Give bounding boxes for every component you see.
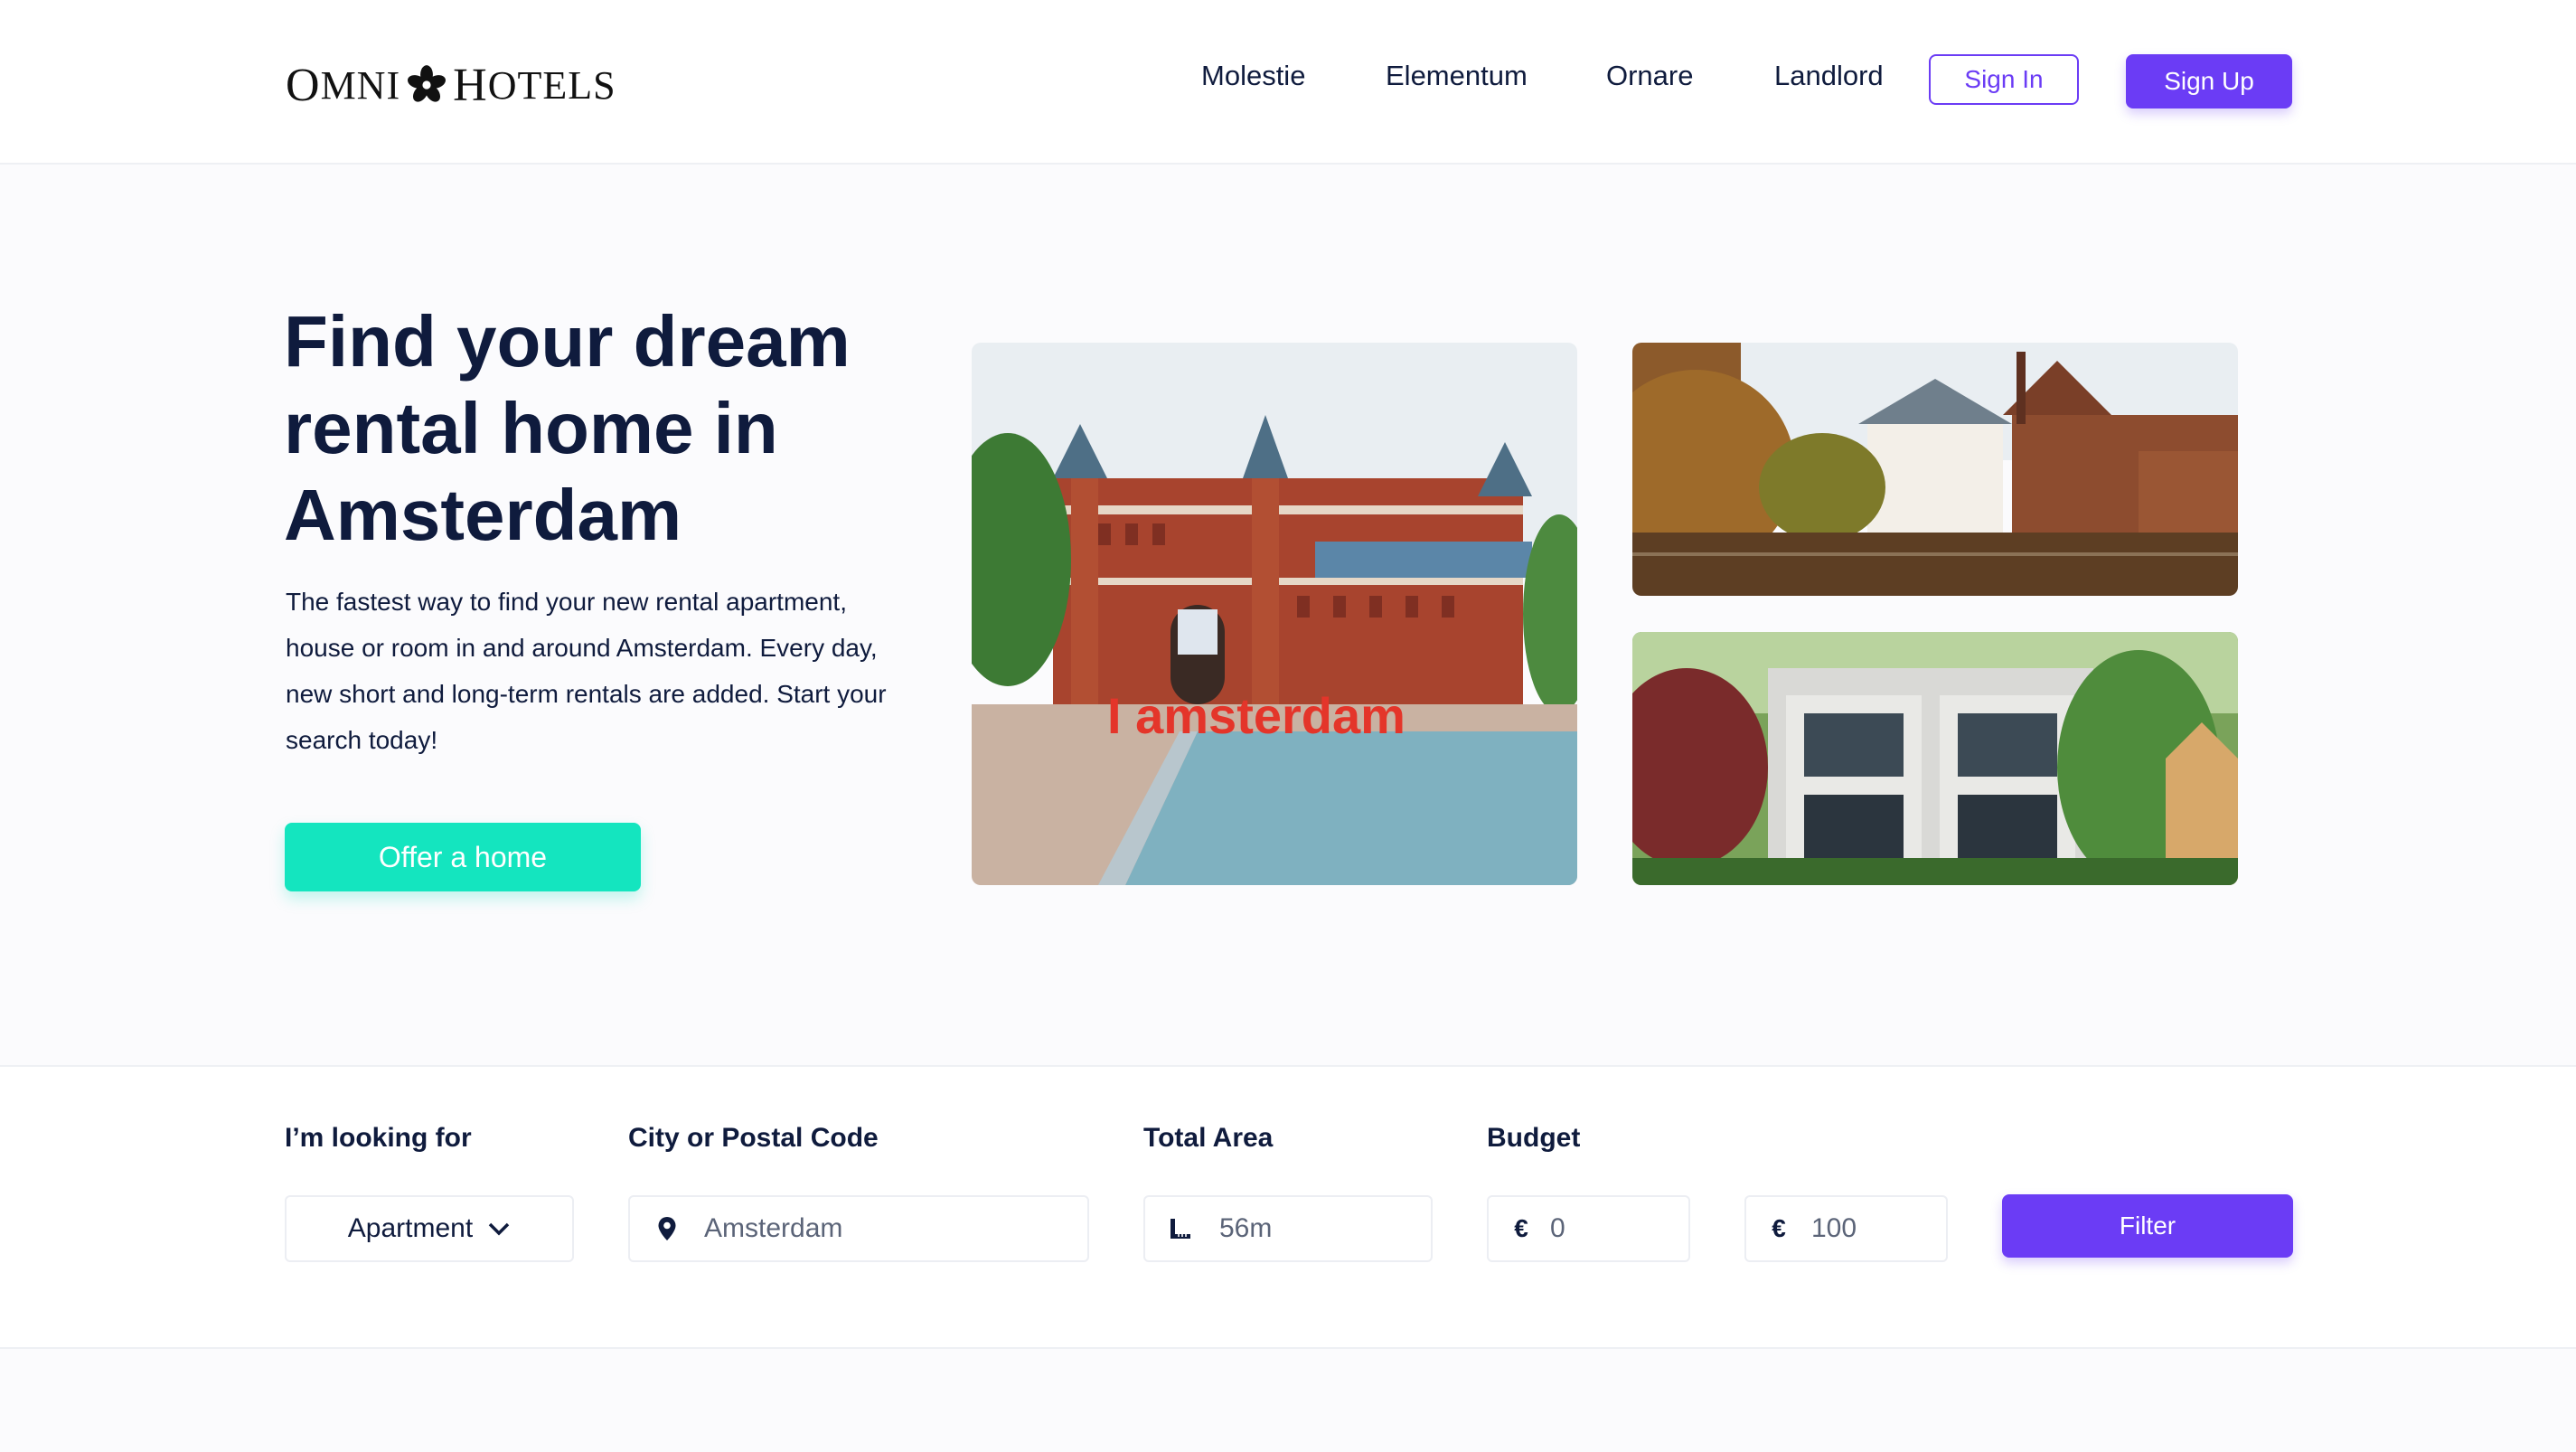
hero-title-line: Amsterdam bbox=[284, 475, 682, 555]
logo-letter: H bbox=[453, 59, 488, 111]
budget-min-value: 0 bbox=[1550, 1213, 1565, 1243]
hero-description-line: new short and long-term rentals are adde… bbox=[286, 680, 887, 708]
chevron-down-icon bbox=[488, 1222, 510, 1236]
nav-link-elementum[interactable]: Elementum bbox=[1386, 60, 1528, 99]
logo-word: OTELS bbox=[487, 62, 616, 108]
hero-description-line: The fastest way to find your new rental … bbox=[286, 588, 847, 616]
city-input[interactable]: Amsterdam bbox=[628, 1195, 1089, 1262]
canal-houses-photo bbox=[1632, 343, 2238, 596]
property-type-value: Apartment bbox=[347, 1213, 474, 1243]
nav-link-molestie[interactable]: Molestie bbox=[1201, 60, 1305, 99]
city-label: City or Postal Code bbox=[628, 1123, 879, 1153]
sign-in-button[interactable]: Sign In bbox=[1929, 54, 2079, 105]
total-area-input[interactable]: 56m bbox=[1143, 1195, 1433, 1262]
logo-word: MNI bbox=[320, 62, 401, 108]
city-placeholder: Amsterdam bbox=[704, 1213, 843, 1243]
rijksmuseum-photo: I amsterdam bbox=[972, 343, 1577, 885]
hero-title-line: Find your dream bbox=[284, 301, 851, 382]
hero-description-line: house or room in and around Amsterdam. E… bbox=[286, 634, 878, 662]
hero-description-line: search today! bbox=[286, 726, 438, 754]
total-area-label: Total Area bbox=[1143, 1123, 1274, 1153]
budget-label: Budget bbox=[1487, 1123, 1581, 1153]
hero-title: Find your dream rental home in Amsterdam bbox=[284, 298, 935, 559]
nav-link-ornare[interactable]: Ornare bbox=[1606, 60, 1693, 99]
modern-house-photo bbox=[1632, 632, 2238, 885]
flower-logo-icon bbox=[408, 65, 447, 102]
site-header: O MNI H OTELS Molestie Elementum Ornare La… bbox=[0, 0, 2576, 165]
i-amsterdam-sign: I amsterdam bbox=[1107, 687, 1406, 744]
ruler-icon bbox=[1170, 1219, 1190, 1239]
looking-for-label: I’m looking for bbox=[285, 1123, 472, 1153]
offer-home-button[interactable]: Offer a home bbox=[285, 823, 641, 891]
total-area-placeholder: 56m bbox=[1219, 1213, 1273, 1243]
location-pin-icon bbox=[658, 1217, 676, 1240]
euro-icon: € bbox=[1514, 1214, 1528, 1242]
hero-description: The fastest way to find your new rental … bbox=[286, 579, 936, 763]
budget-max-input[interactable]: € 100 bbox=[1744, 1195, 1948, 1262]
budget-min-input[interactable]: € 0 bbox=[1487, 1195, 1690, 1262]
property-type-select[interactable]: Apartment bbox=[285, 1195, 574, 1262]
sign-up-button[interactable]: Sign Up bbox=[2126, 54, 2292, 108]
nav-link-landlord[interactable]: Landlord bbox=[1774, 60, 1884, 99]
logo-letter: O bbox=[286, 59, 321, 111]
filter-button[interactable]: Filter bbox=[2002, 1194, 2293, 1258]
hero-title-line: rental home in bbox=[284, 388, 778, 468]
euro-icon: € bbox=[1772, 1214, 1786, 1242]
omni-hotels-logo[interactable]: O MNI H OTELS bbox=[286, 58, 616, 112]
budget-max-value: 100 bbox=[1811, 1213, 1857, 1243]
